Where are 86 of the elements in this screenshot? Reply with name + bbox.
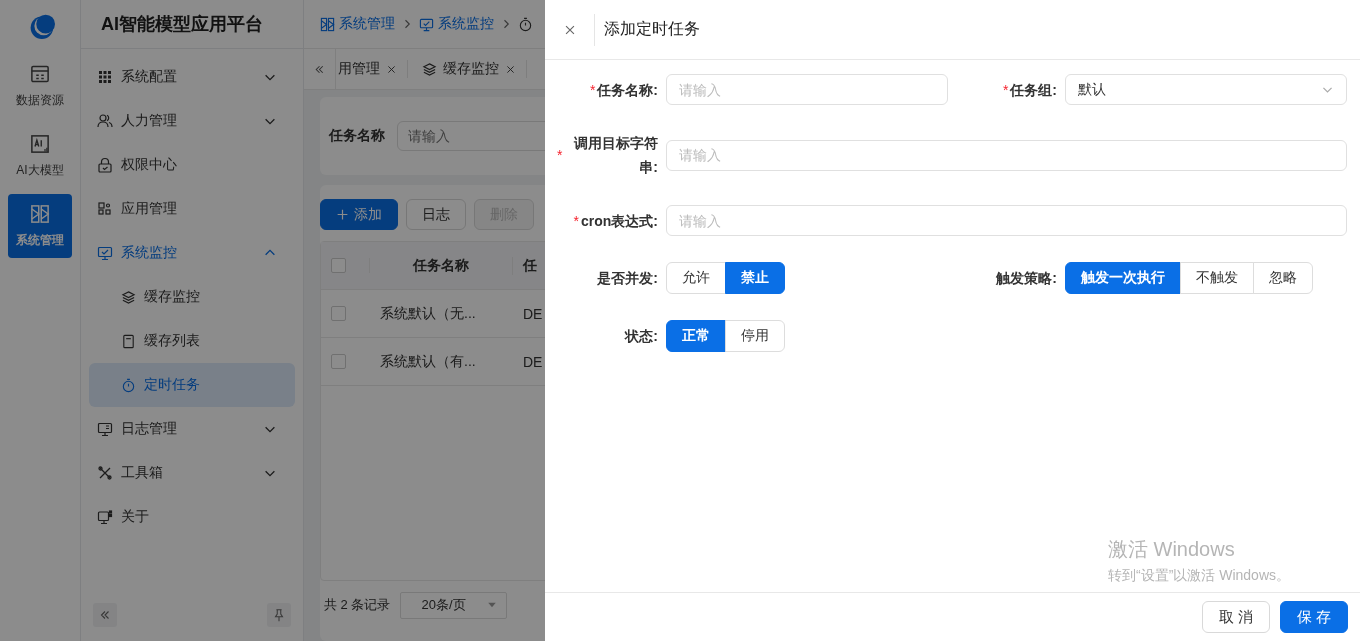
submenu-item[interactable]: 定时任务 bbox=[89, 363, 295, 407]
radio-button[interactable]: 允许 bbox=[666, 262, 726, 294]
table-icon bbox=[30, 63, 50, 84]
plus-icon bbox=[336, 208, 349, 221]
field-label: 任务组: bbox=[1010, 80, 1057, 100]
split-panel-icon bbox=[30, 203, 50, 224]
field-label: 调用目标字符串: bbox=[572, 134, 658, 177]
submenu-item[interactable]: 缓存列表 bbox=[89, 319, 295, 363]
table-cell-text: 系统默认（有... bbox=[379, 352, 477, 371]
document-icon bbox=[121, 333, 136, 349]
rail-item[interactable]: 系统管理 bbox=[8, 194, 72, 258]
close-icon[interactable] bbox=[386, 63, 397, 75]
radio-button[interactable]: 触发一次执行 bbox=[1065, 262, 1181, 294]
radio-button[interactable]: 禁止 bbox=[725, 262, 785, 294]
radio-button[interactable]: 停用 bbox=[725, 320, 785, 352]
activation-notice-text: 转到“设置”以激活 Windows。 bbox=[1108, 567, 1290, 585]
tools-icon bbox=[97, 465, 113, 481]
drawer-title: 添加定时任务 bbox=[603, 19, 700, 39]
menu-item[interactable]: 日志管理 bbox=[89, 407, 295, 451]
layers-icon bbox=[422, 61, 437, 77]
radio-button[interactable]: 忽略 bbox=[1253, 262, 1313, 294]
field-label: 任务名称: bbox=[597, 80, 658, 100]
menu-item[interactable]: 系统监控 bbox=[89, 231, 295, 275]
field-label: cron表达式: bbox=[581, 211, 658, 231]
apps-icon bbox=[97, 201, 113, 217]
people-icon bbox=[97, 113, 113, 129]
select-field[interactable]: 默认 bbox=[1065, 74, 1347, 105]
checkbox[interactable] bbox=[331, 354, 346, 369]
table-cell-text: 系统默认（无... bbox=[379, 304, 477, 323]
field-label: 触发策略: bbox=[996, 269, 1057, 288]
table-cell-text: DE bbox=[522, 353, 544, 370]
menu-item[interactable]: 人力管理 bbox=[89, 99, 295, 143]
ai-chip-icon bbox=[30, 133, 50, 154]
rail-item[interactable]: AI大模型 bbox=[8, 124, 72, 188]
menu-item[interactable]: 关于 bbox=[89, 495, 295, 539]
column-header: 任务名称 bbox=[370, 256, 513, 275]
stopwatch-icon bbox=[518, 16, 533, 32]
menu-item[interactable]: 权限中心 bbox=[89, 143, 295, 187]
required-mark: * bbox=[589, 80, 596, 100]
monitor-icon bbox=[97, 421, 113, 437]
toolbar-button[interactable]: 日志 bbox=[406, 199, 466, 230]
tab[interactable]: 缓存监控 bbox=[408, 60, 527, 78]
toolbar-button[interactable]: 添加 bbox=[320, 199, 398, 230]
page-size-select[interactable]: 20条/页 bbox=[400, 591, 508, 619]
layers-icon bbox=[121, 289, 136, 305]
menu-item[interactable]: 工具箱 bbox=[89, 451, 295, 495]
pin-icon bbox=[272, 608, 286, 622]
field-label: 状态: bbox=[625, 327, 658, 346]
submenu-item[interactable]: 缓存监控 bbox=[89, 275, 295, 319]
checkbox[interactable] bbox=[331, 306, 346, 321]
search-field[interactable]: 请输入 bbox=[397, 121, 545, 151]
radio-button[interactable]: 不触发 bbox=[1180, 262, 1254, 294]
checkbox[interactable] bbox=[331, 258, 346, 273]
required-mark: * bbox=[1002, 80, 1009, 100]
cancel-button[interactable]: 取 消 bbox=[1201, 601, 1270, 633]
app-title: AI智能模型应用平台 bbox=[101, 13, 263, 36]
grid-icon bbox=[97, 69, 113, 85]
collapse-button[interactable] bbox=[93, 603, 117, 627]
split-panel-icon bbox=[320, 16, 335, 32]
save-button[interactable]: 保 存 bbox=[1279, 601, 1348, 633]
activation-notice-title: 激活 Windows bbox=[1108, 537, 1236, 562]
close-icon[interactable] bbox=[505, 63, 516, 75]
breadcrumb-link[interactable]: 系统监控 bbox=[419, 15, 494, 33]
monitor-icon bbox=[419, 16, 434, 32]
pin-button[interactable] bbox=[267, 603, 291, 627]
menu-item[interactable]: 系统配置 bbox=[89, 55, 295, 99]
rail-item[interactable]: 数据资源 bbox=[8, 54, 72, 118]
text-field[interactable]: 请输入 bbox=[666, 139, 1347, 171]
text-field[interactable]: 请输入 bbox=[666, 205, 1347, 236]
radio-button[interactable]: 正常 bbox=[666, 320, 726, 352]
field-label: 是否并发: bbox=[597, 269, 658, 288]
stopwatch-icon bbox=[121, 377, 136, 393]
tab[interactable]: 用管理 bbox=[336, 60, 408, 78]
monitor-icon bbox=[97, 509, 113, 525]
text-field[interactable]: 请输入 bbox=[666, 74, 948, 105]
record-count: 共 2 条记录 bbox=[324, 596, 391, 614]
required-mark: * bbox=[557, 146, 563, 165]
menu-item[interactable]: 应用管理 bbox=[89, 187, 295, 231]
double-chevron-left-icon bbox=[98, 608, 112, 622]
monitor-icon bbox=[97, 245, 113, 261]
lock-icon bbox=[97, 157, 113, 173]
required-mark: * bbox=[573, 211, 579, 231]
breadcrumb-link[interactable]: 系统管理 bbox=[320, 15, 395, 33]
table-cell-text: DE bbox=[522, 305, 544, 322]
column-header: 任 bbox=[521, 256, 538, 275]
field-label: 任务名称 bbox=[329, 127, 385, 145]
